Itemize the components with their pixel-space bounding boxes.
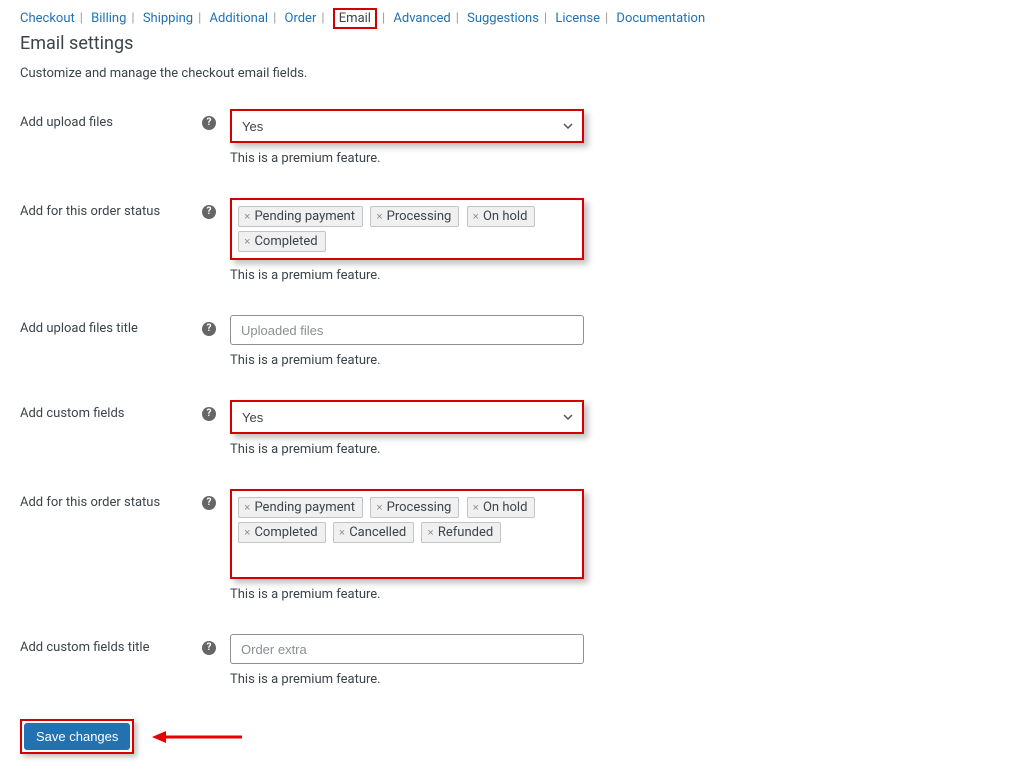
tag-item[interactable]: ×Completed — [238, 231, 326, 252]
premium-note: This is a premium feature. — [230, 353, 584, 368]
save-changes-button[interactable]: Save changes — [24, 723, 130, 750]
tag-item[interactable]: ×On hold — [467, 206, 536, 227]
order-status-2-label: Add for this order status — [20, 495, 202, 510]
close-icon[interactable]: × — [339, 527, 345, 539]
help-icon[interactable]: ? — [202, 407, 216, 421]
order-status-1-label: Add for this order status — [20, 204, 202, 219]
tag-item[interactable]: ×Processing — [370, 206, 459, 227]
custom-title-label: Add custom fields title — [20, 640, 202, 655]
tab-documentation[interactable]: Documentation — [616, 11, 705, 26]
tab-checkout[interactable]: Checkout — [20, 11, 75, 26]
tag-item[interactable]: ×On hold — [467, 497, 536, 518]
tab-suggestions[interactable]: Suggestions — [467, 11, 539, 26]
help-icon[interactable]: ? — [202, 205, 216, 219]
tag-item[interactable]: ×Pending payment — [238, 206, 363, 227]
upload-title-label: Add upload files title — [20, 321, 202, 336]
help-icon[interactable]: ? — [202, 641, 216, 655]
tag-item[interactable]: ×Refunded — [421, 522, 501, 543]
tab-order[interactable]: Order — [285, 11, 317, 26]
close-icon[interactable]: × — [473, 211, 479, 223]
arrow-icon — [152, 729, 242, 745]
close-icon[interactable]: × — [427, 527, 433, 539]
close-icon[interactable]: × — [473, 502, 479, 514]
tab-shipping[interactable]: Shipping — [143, 11, 193, 26]
order-status-1-tagbox[interactable]: ×Pending payment ×Processing ×On hold ×C… — [230, 198, 584, 260]
custom-title-input[interactable] — [230, 634, 584, 664]
help-icon[interactable]: ? — [202, 116, 216, 130]
close-icon[interactable]: × — [244, 211, 250, 223]
tab-advanced[interactable]: Advanced — [393, 11, 450, 26]
tag-item[interactable]: ×Cancelled — [333, 522, 414, 543]
premium-note: This is a premium feature. — [230, 672, 584, 687]
page-title: Email settings — [20, 33, 999, 54]
tag-item[interactable]: ×Processing — [370, 497, 459, 518]
tag-item[interactable]: ×Completed — [238, 522, 326, 543]
tab-billing[interactable]: Billing — [91, 11, 126, 26]
help-icon[interactable]: ? — [202, 322, 216, 336]
settings-subnav: Checkout| Billing| Shipping| Additional|… — [20, 8, 999, 29]
add-upload-files-label: Add upload files — [20, 115, 202, 130]
close-icon[interactable]: × — [244, 527, 250, 539]
upload-title-input[interactable] — [230, 315, 584, 345]
tab-additional[interactable]: Additional — [210, 11, 269, 26]
tag-item[interactable]: ×Pending payment — [238, 497, 363, 518]
add-upload-files-select[interactable]: Yes — [232, 111, 582, 141]
add-custom-fields-select[interactable]: Yes — [232, 402, 582, 432]
tab-license[interactable]: License — [555, 11, 600, 26]
add-custom-fields-label: Add custom fields — [20, 406, 202, 421]
premium-note: This is a premium feature. — [230, 587, 584, 602]
premium-note: This is a premium feature. — [230, 268, 584, 283]
close-icon[interactable]: × — [244, 236, 250, 248]
premium-note: This is a premium feature. — [230, 151, 584, 166]
tab-email[interactable]: Email — [339, 11, 371, 26]
close-icon[interactable]: × — [376, 211, 382, 223]
premium-note: This is a premium feature. — [230, 442, 584, 457]
close-icon[interactable]: × — [376, 502, 382, 514]
page-subtitle: Customize and manage the checkout email … — [20, 66, 999, 81]
close-icon[interactable]: × — [244, 502, 250, 514]
help-icon[interactable]: ? — [202, 496, 216, 510]
order-status-2-tagbox[interactable]: ×Pending payment ×Processing ×On hold ×C… — [230, 489, 584, 579]
